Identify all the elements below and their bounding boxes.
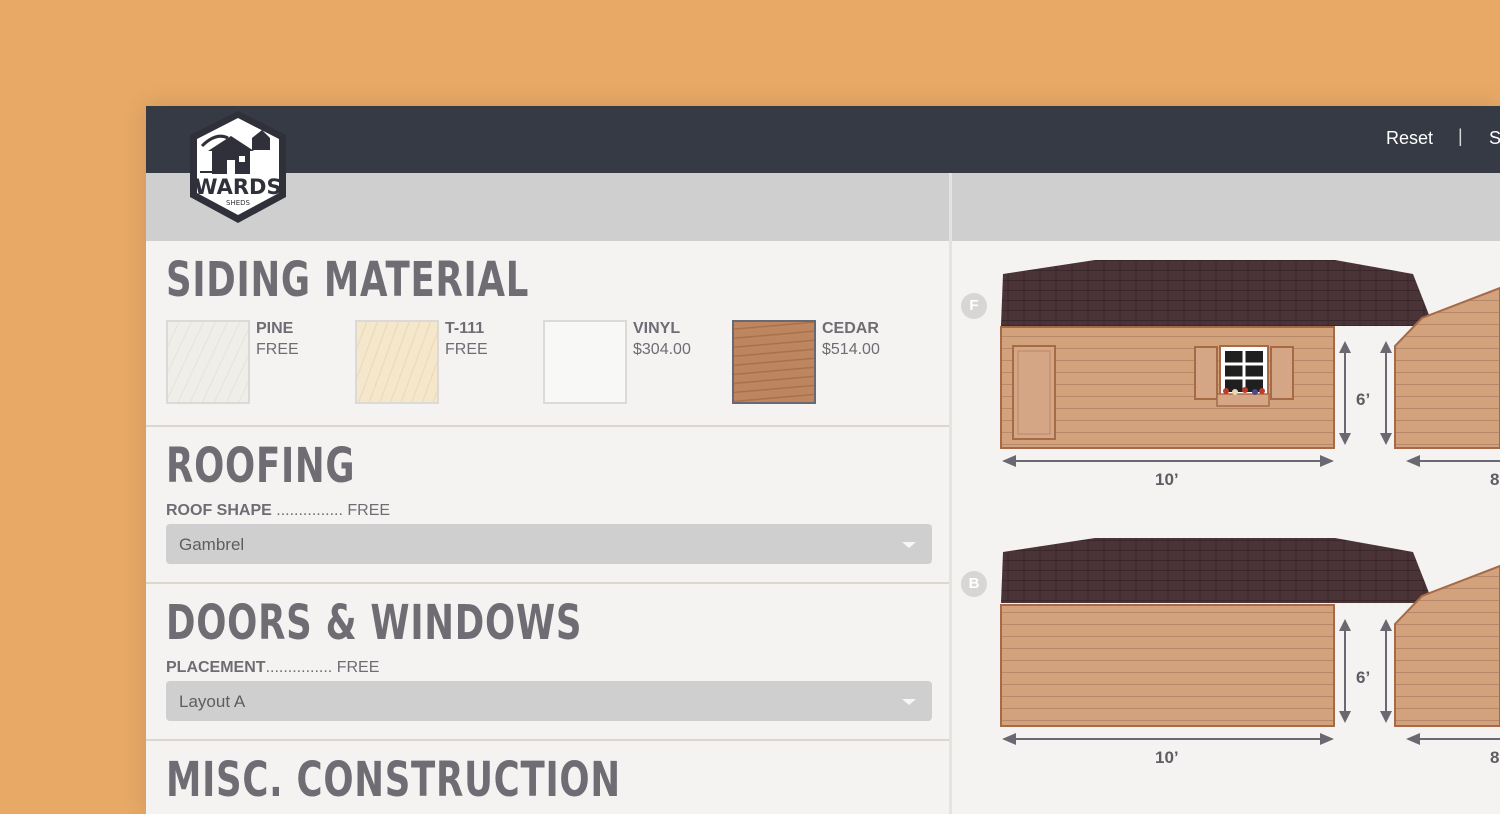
misc-construction-heading: MISC. CONSTRUCTION [166, 752, 621, 808]
shed-preview-panel: F R B L [952, 241, 1500, 814]
front-height-label: 6’ [1356, 390, 1371, 409]
top-bar: Reset | S [146, 106, 1500, 173]
logo-subtext: SHEDS [226, 199, 251, 207]
pine-label: PINE [256, 320, 294, 337]
t111-label: T-111 [445, 320, 485, 337]
front-width-label: 10’ [1155, 470, 1179, 489]
front-height-arrow-icon [1339, 341, 1351, 445]
placement-price: FREE [336, 659, 380, 676]
placement-label: PLACEMENT [166, 659, 266, 676]
siding-material-heading: SIDING MATERIAL [166, 252, 530, 308]
vinyl-price: $304.00 [633, 341, 691, 358]
roof-shape-value: Gambrel [179, 535, 245, 554]
roof-shape-dots: ............... [276, 502, 343, 519]
doors-windows-section: DOORS & WINDOWS PLACEMENT...............… [146, 584, 949, 741]
front-width-arrow-icon [1002, 455, 1334, 467]
t111-swatch[interactable] [355, 320, 439, 404]
cedar-label: CEDAR [822, 320, 879, 337]
reset-button[interactable]: Reset [1386, 128, 1433, 149]
back-height-label: 6’ [1356, 668, 1371, 687]
back-width-arrow-icon [1002, 733, 1334, 745]
vinyl-label: VINYL [633, 320, 681, 337]
back-elevation[interactable] [1000, 538, 1433, 745]
wards-sheds-logo[interactable]: WARDS SHEDS [182, 108, 294, 226]
placement-option-line: PLACEMENT............... FREE [166, 659, 379, 677]
nav-separator: | [1458, 126, 1463, 146]
chevron-down-icon [902, 699, 916, 705]
back-width-label: 10’ [1155, 748, 1179, 767]
shed-window-icon [1194, 345, 1294, 407]
right-width-label: 8 [1490, 470, 1500, 489]
cedar-swatch[interactable] [732, 320, 816, 404]
chevron-down-icon [902, 542, 916, 548]
placement-select[interactable]: Layout A [166, 681, 932, 721]
logo-wordmark: WARDS [194, 175, 281, 199]
right-height-arrow-icon [1380, 341, 1392, 445]
save-button[interactable]: S [1489, 128, 1500, 149]
roofing-heading: ROOFING [166, 438, 356, 494]
pine-price: FREE [256, 341, 299, 358]
pine-swatch[interactable] [166, 320, 250, 404]
configurator-window: Reset | S WARDS SHEDS SIDING MATERIAL PI… [146, 106, 1500, 814]
roof-shape-select[interactable]: Gambrel [166, 524, 932, 564]
vinyl-swatch[interactable] [543, 320, 627, 404]
roof-shape-option-line: ROOF SHAPE ............... FREE [166, 502, 390, 520]
cedar-price: $514.00 [822, 341, 880, 358]
left-width-arrow-icon [1406, 733, 1500, 745]
roofing-section: ROOFING ROOF SHAPE ............... FREE … [146, 427, 949, 584]
misc-construction-section: MISC. CONSTRUCTION [146, 741, 949, 814]
shed-door-icon [1012, 345, 1056, 440]
shed-elevation-drawings [1000, 260, 1500, 745]
right-width-arrow-icon [1406, 455, 1500, 467]
placement-dots: ............... [265, 659, 333, 676]
back-height-arrow-icon [1339, 619, 1351, 723]
left-width-label: 8 [1490, 748, 1500, 767]
front-elevation[interactable] [1000, 260, 1433, 467]
roof-shape-price: FREE [347, 502, 391, 519]
roof-shape-label: ROOF SHAPE [166, 502, 272, 519]
t111-price: FREE [445, 341, 488, 358]
left-height-arrow-icon [1380, 619, 1392, 723]
placement-value: Layout A [179, 692, 246, 711]
doors-windows-heading: DOORS & WINDOWS [166, 595, 583, 651]
preview-header-bar [952, 173, 1500, 241]
